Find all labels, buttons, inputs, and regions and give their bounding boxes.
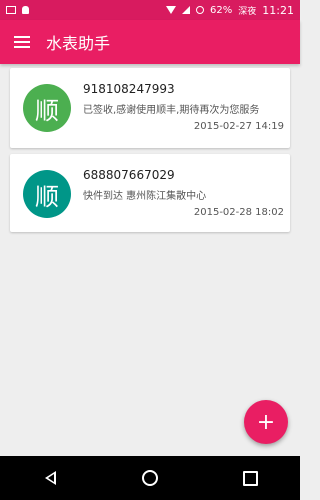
status-right-group: 62% 深夜 11:21	[166, 4, 294, 17]
shipment-card[interactable]: 顺 688807667029 快件到达 惠州陈江集散中心 2015-02-28 …	[10, 154, 290, 232]
battery-percent: 62%	[210, 4, 233, 16]
image-icon	[6, 6, 16, 14]
shipment-status: 已签收,感谢使用顺丰,期待再次为您服务	[83, 105, 260, 116]
navigation-bar	[0, 456, 300, 500]
carrier-label: 深夜	[238, 6, 257, 17]
status-left-group	[6, 6, 29, 14]
app-bar: 水表助手	[0, 20, 300, 64]
shipment-time: 2015-02-27 14:19	[193, 121, 284, 132]
status-bar: 62% 深夜 11:21	[0, 0, 300, 20]
tracking-number: 918108247993	[83, 82, 175, 96]
courier-avatar: 顺	[23, 84, 71, 132]
android-icon	[22, 6, 29, 14]
tracking-number: 688807667029	[83, 168, 175, 182]
alarm-icon	[196, 6, 205, 14]
recent-apps-button[interactable]	[230, 458, 270, 498]
hamburger-menu-icon	[14, 36, 30, 48]
recent-apps-icon	[242, 470, 258, 486]
signal-icon	[182, 6, 191, 14]
home-icon	[142, 470, 158, 486]
home-button[interactable]	[130, 458, 170, 498]
shipment-time: 2015-02-28 18:02	[193, 207, 284, 218]
clock: 11:21	[262, 3, 294, 17]
shipment-status: 快件到达 惠州陈江集散中心	[83, 191, 207, 202]
wifi-icon	[166, 6, 177, 14]
back-button[interactable]	[30, 458, 70, 498]
back-icon	[44, 471, 56, 485]
menu-button[interactable]	[0, 20, 44, 64]
shipment-card[interactable]: 顺 918108247993 已签收,感谢使用顺丰,期待再次为您服务 2015-…	[10, 68, 290, 148]
app-title: 水表助手	[46, 34, 111, 53]
courier-avatar: 顺	[23, 170, 71, 218]
add-button[interactable]: +	[244, 400, 288, 444]
